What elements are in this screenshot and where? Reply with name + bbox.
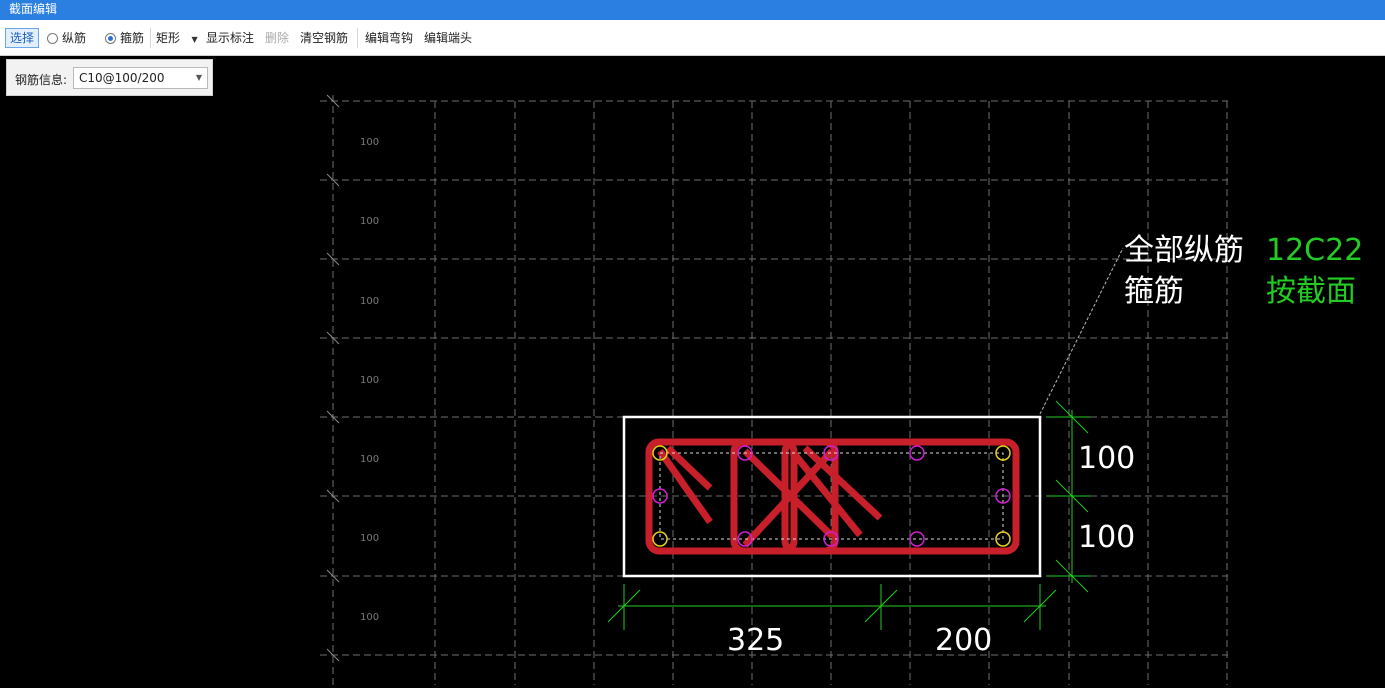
section-legend: 全部纵筋 12C22 箍筋 按截面 <box>1124 233 1363 309</box>
edit-end-button[interactable]: 编辑端头 <box>424 30 472 46</box>
stirrup-legend-label: 箍筋 <box>1124 274 1184 309</box>
radio-on-icon <box>105 33 116 44</box>
dimension-label: 325 <box>727 623 784 658</box>
dimension-label: 200 <box>935 623 992 658</box>
window-title: 截面编辑 <box>9 2 58 16</box>
grid-row-label: 100 <box>360 612 379 623</box>
radio-off-icon <box>47 33 58 44</box>
shape-value: 矩形 <box>156 31 181 45</box>
stirrup-label: 箍筋 <box>120 31 145 45</box>
grid-row-label: 100 <box>360 137 379 148</box>
grid-row-label: 100 <box>360 454 379 465</box>
window-titlebar: 截面编辑 <box>0 0 1385 20</box>
leader-line <box>1039 247 1124 415</box>
grid-lines <box>320 95 1228 685</box>
clear-rebar-button[interactable]: 清空钢筋 <box>300 30 348 46</box>
grid-row-label: 100 <box>360 296 379 307</box>
delete-button[interactable]: 删除 <box>265 30 289 46</box>
dimension-label: 100 <box>1078 520 1135 555</box>
all-longitudinal-label: 全部纵筋 <box>1124 233 1244 268</box>
select-button[interactable]: 选择 <box>5 28 40 48</box>
edit-hook-button[interactable]: 编辑弯钩 <box>365 30 413 46</box>
toolbar: 选择 纵筋 箍筋 矩形 ▼ 显示标注 删除 清空钢筋 编辑弯钩 编辑端头 <box>0 20 1385 56</box>
rebar-info-label: 钢筋信息: <box>15 73 68 87</box>
longitudinal-radio[interactable]: 纵筋 <box>47 30 86 46</box>
stirrup-legend-value: 按截面 <box>1266 274 1356 309</box>
toolbar-divider <box>357 28 358 48</box>
shape-dropdown[interactable]: 矩形 ▼ <box>156 30 198 48</box>
chevron-down-icon: ▼ <box>191 35 198 44</box>
grid-row-labels: 100 100 100 100 100 100 100 <box>360 137 379 623</box>
rebar-info-value: C10@100/200 <box>79 71 165 85</box>
grid-row-label: 100 <box>360 375 379 386</box>
dimension-label: 100 <box>1078 441 1135 476</box>
rebar-info-panel: 钢筋信息: C10@100/200 ▼ <box>6 59 213 96</box>
all-longitudinal-value: 12C22 <box>1266 233 1363 268</box>
grid-row-label: 100 <box>360 533 379 544</box>
rebar-info-select[interactable]: C10@100/200 ▼ <box>73 67 208 89</box>
show-annotation-button[interactable]: 显示标注 <box>206 30 254 46</box>
grid-row-label: 100 <box>360 216 379 227</box>
chevron-down-icon: ▼ <box>195 73 202 82</box>
stirrup-radio[interactable]: 箍筋 <box>105 30 144 46</box>
toolbar-divider <box>150 28 151 48</box>
drawing-canvas[interactable]: 100 100 100 100 100 100 100 325 200 100 … <box>0 56 1385 685</box>
longitudinal-label: 纵筋 <box>62 31 87 45</box>
